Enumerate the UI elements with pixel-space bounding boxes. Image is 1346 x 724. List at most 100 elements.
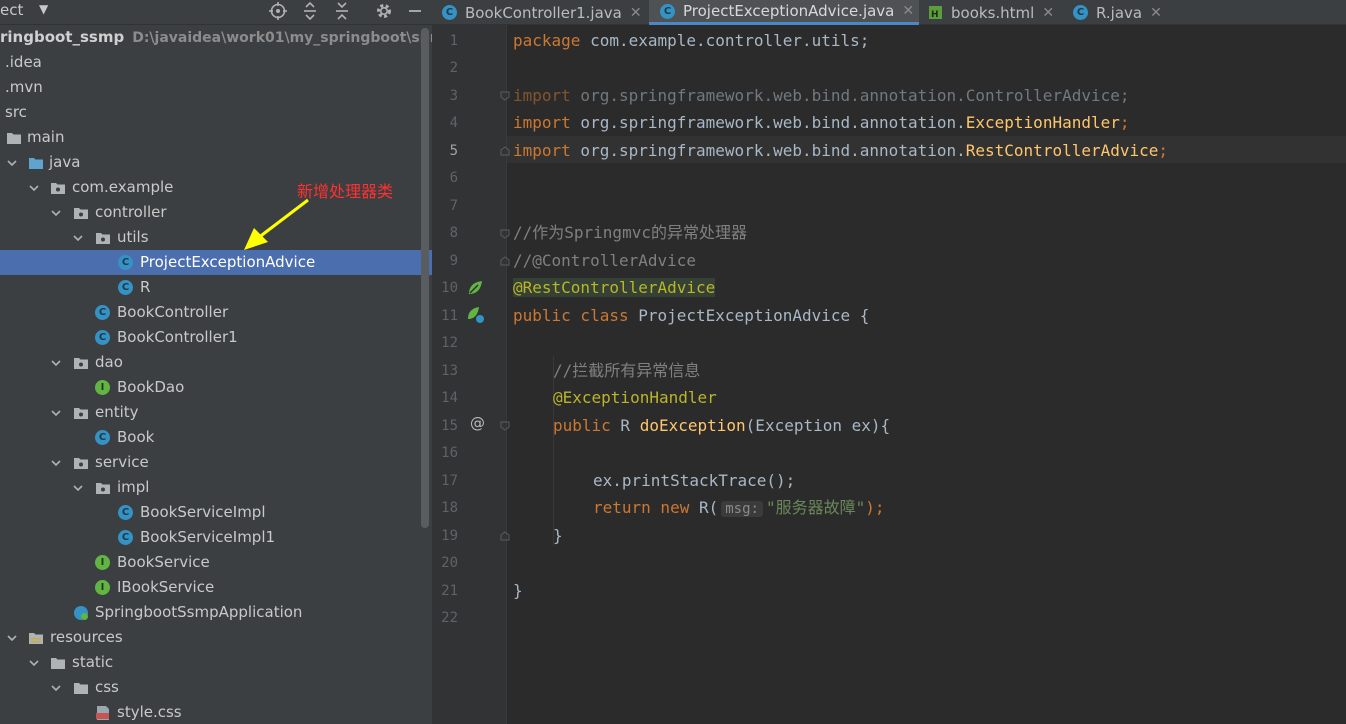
tree-item-service[interactable]: service — [0, 450, 420, 475]
chevron-down-icon[interactable] — [5, 630, 19, 644]
tree-item-mvn[interactable]: .mvn — [0, 75, 420, 100]
chevron-down-icon[interactable] — [71, 480, 85, 494]
tree-item-ibook-service[interactable]: I IBookService — [0, 575, 420, 600]
chevron-down-icon[interactable] — [49, 680, 63, 694]
close-icon[interactable]: ✕ — [1150, 5, 1162, 21]
code-line-19[interactable]: } — [553, 522, 563, 549]
chevron-down-icon[interactable] — [71, 230, 85, 244]
tree-item-css[interactable]: css — [0, 675, 420, 700]
java-class-icon: C — [118, 530, 134, 546]
tree-item-idea[interactable]: .idea — [0, 50, 420, 75]
tree-scrollbar[interactable] — [421, 28, 429, 528]
tree-item-book-service-impl1[interactable]: C BookServiceImpl1 — [0, 525, 420, 550]
fold-marker-icon[interactable] — [500, 531, 510, 541]
code-line-17[interactable]: ex.printStackTrace(); — [593, 467, 795, 494]
tree-item-src[interactable]: src — [0, 100, 420, 125]
tree-item-static[interactable]: static — [0, 650, 420, 675]
project-header: ect ▼ — [0, 0, 432, 25]
close-icon[interactable]: ✕ — [630, 5, 642, 21]
code-line-18[interactable]: return new R(msg: "服务器故障"); — [593, 494, 885, 521]
java-class-icon: C — [1073, 5, 1088, 20]
fold-marker-icon[interactable] — [500, 229, 510, 239]
spring-bean-gutter-icon[interactable] — [466, 279, 484, 301]
tab-book-controller1[interactable]: C BookController1.java ✕ — [442, 0, 647, 25]
code-line-21[interactable]: } — [513, 577, 523, 604]
code-line-5[interactable]: import org.springframework.web.bind.anno… — [513, 137, 1168, 164]
chevron-down-icon[interactable] — [49, 405, 63, 419]
code-line-13[interactable]: //拦截所有异常信息 — [553, 357, 700, 384]
minimize-icon[interactable] — [404, 0, 426, 22]
close-icon[interactable]: ✕ — [1042, 5, 1054, 21]
code-line-10[interactable]: @RestControllerAdvice — [513, 274, 716, 301]
fold-marker-icon[interactable] — [500, 256, 510, 266]
tree-item-main[interactable]: main — [0, 125, 420, 150]
tree-item-label: R — [140, 278, 151, 296]
chevron-down-icon[interactable] — [49, 355, 63, 369]
tree-item-style-css[interactable]: style.css — [0, 700, 420, 724]
line-number: 4 — [449, 115, 458, 131]
tree-item-book-dao[interactable]: I BookDao — [0, 375, 420, 400]
tree-item-impl[interactable]: impl — [0, 475, 420, 500]
package-icon — [95, 230, 111, 246]
tree-item-label: SpringbootSsmpApplication — [95, 603, 303, 621]
tree-item-label: java — [49, 153, 81, 171]
gear-icon[interactable] — [373, 0, 395, 22]
spring-bean-run-gutter-icon[interactable] — [466, 306, 486, 328]
chevron-down-icon[interactable] — [27, 655, 41, 669]
chevron-down-icon[interactable] — [49, 455, 63, 469]
tab-label: BookController1.java — [465, 3, 622, 22]
collapse-all-icon[interactable] — [331, 0, 353, 22]
project-view-title[interactable]: ect — [0, 1, 23, 19]
tree-item-book-service[interactable]: I BookService — [0, 550, 420, 575]
at-sign-gutter-icon[interactable]: @ — [470, 414, 485, 432]
code-line-14[interactable]: @ExceptionHandler — [553, 384, 717, 411]
tab-r-java[interactable]: C R.java ✕ — [1073, 0, 1173, 25]
tree-item-resources[interactable]: resources — [0, 625, 420, 650]
code-line-3[interactable]: import org.springframework.web.bind.anno… — [513, 82, 1130, 109]
java-interface-icon: I — [95, 555, 111, 571]
tree-item-label: css — [95, 678, 119, 696]
spring-boot-class-icon — [73, 605, 89, 621]
code-line-4[interactable]: import org.springframework.web.bind.anno… — [513, 109, 1130, 136]
fold-marker-icon[interactable] — [500, 146, 510, 156]
tree-item-springboot-ssmp-application[interactable]: SpringbootSsmpApplication — [0, 600, 420, 625]
tree-item-r[interactable]: C R — [0, 275, 420, 300]
package-icon — [73, 205, 89, 221]
tree-item-java[interactable]: java — [0, 150, 420, 175]
resources-folder-icon — [28, 630, 44, 646]
line-number: 15 — [441, 418, 458, 434]
code-line-1[interactable]: package com.example.controller.utils; — [513, 27, 869, 54]
tree-item-project-exception-advice[interactable]: C ProjectExceptionAdvice — [0, 250, 432, 275]
close-icon[interactable]: ✕ — [902, 3, 914, 19]
css-file-icon — [95, 705, 111, 721]
line-number: 20 — [441, 555, 458, 571]
expand-all-icon[interactable] — [299, 0, 321, 22]
chevron-down-icon[interactable] — [5, 155, 19, 169]
tree-item-book-controller1[interactable]: C BookController1 — [0, 325, 420, 350]
tree-item-entity[interactable]: entity — [0, 400, 420, 425]
line-number: 8 — [449, 225, 458, 241]
tree-item-utils[interactable]: utils — [0, 225, 420, 250]
tree-item-controller[interactable]: controller — [0, 200, 420, 225]
code-line-8[interactable]: //作为Springmvc的异常处理器 — [513, 219, 747, 246]
tree-item-label: utils — [117, 228, 149, 246]
tree-item-book-controller[interactable]: C BookController — [0, 300, 420, 325]
line-number: 11 — [441, 308, 458, 324]
chevron-down-icon[interactable] — [49, 205, 63, 219]
code-line-11[interactable]: public class ProjectExceptionAdvice { — [513, 302, 869, 329]
tree-item-project-root[interactable]: ringboot_ssmp D:\javaidea\work01\my_sprin… — [0, 25, 432, 50]
fold-marker-icon[interactable] — [500, 91, 510, 101]
chevron-down-icon[interactable] — [27, 180, 41, 194]
code-line-9[interactable]: //@ControllerAdvice — [513, 247, 696, 274]
package-icon — [50, 180, 66, 196]
fold-marker-icon[interactable] — [500, 421, 510, 431]
tree-item-book-service-impl[interactable]: C BookServiceImpl — [0, 500, 420, 525]
tree-item-book[interactable]: C Book — [0, 425, 420, 450]
tree-item-dao[interactable]: dao — [0, 350, 420, 375]
locate-icon[interactable] — [267, 0, 289, 22]
chevron-down-icon[interactable]: ▼ — [39, 2, 48, 16]
folder-icon — [50, 655, 66, 671]
tab-project-exception-advice[interactable]: C ProjectExceptionAdvice.java ✕ — [649, 0, 919, 25]
code-line-15[interactable]: public R doException(Exception ex){ — [553, 412, 890, 439]
tab-books-html[interactable]: H books.html ✕ — [928, 0, 1068, 25]
